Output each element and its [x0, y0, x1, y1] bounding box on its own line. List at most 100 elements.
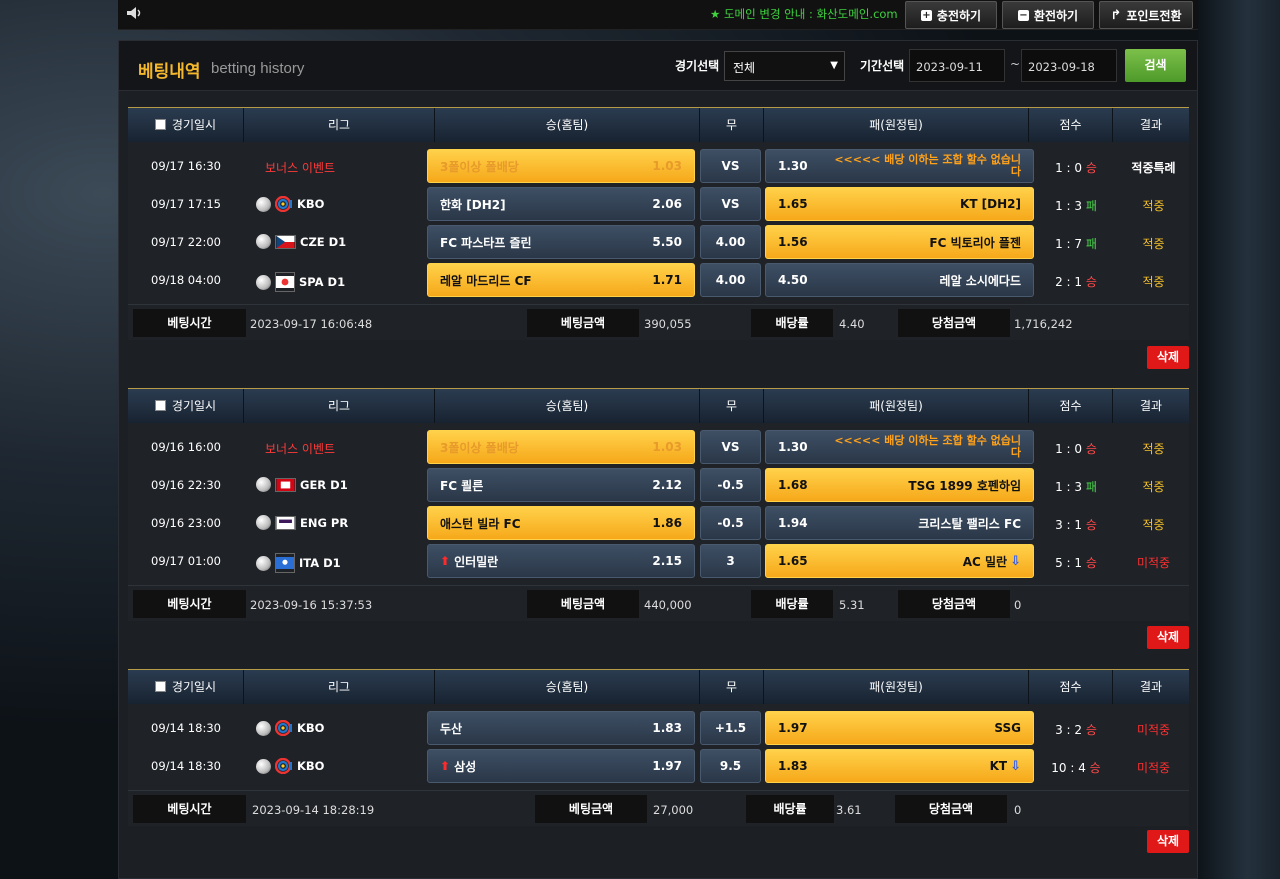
- match-time: 09/14 18:30: [151, 759, 221, 773]
- home-odds: 1.03: [652, 440, 682, 454]
- home-odds: 2.15: [652, 554, 682, 568]
- away-odds: 1.56: [778, 235, 808, 249]
- col-home: 승(홈팀): [435, 108, 700, 143]
- match-score: 1 : 0 승: [1034, 440, 1118, 457]
- date-from-input[interactable]: 2023-09-11: [909, 49, 1005, 82]
- away-team-button[interactable]: 1.56 FC 빅토리아 플젠: [765, 225, 1034, 259]
- baseball-icon: [256, 196, 271, 212]
- away-odds: 1.97: [778, 721, 808, 735]
- point-convert-button[interactable]: ↱ 포인트전환: [1099, 1, 1193, 29]
- away-team-button[interactable]: 1.30 <<<<< 배당 이하는 조합 할수 없습니다: [765, 430, 1034, 464]
- soccer-ball-icon: [256, 234, 271, 249]
- col-result: 결과: [1139, 399, 1163, 413]
- league-cell: KBO: [256, 196, 324, 212]
- exchange-label: 환전하기: [1033, 8, 1079, 23]
- select-checkbox[interactable]: [154, 119, 166, 130]
- col-away: 패(원정팀): [764, 389, 1029, 424]
- away-odds: 1.83: [778, 759, 808, 773]
- home-team-button[interactable]: 한화 [DH2] 2.06: [427, 187, 695, 221]
- away-team-button[interactable]: 1.94 크리스탈 팰리스 FC: [765, 506, 1034, 540]
- col-draw: 무: [700, 389, 764, 424]
- draw-button[interactable]: -0.5: [700, 506, 761, 540]
- bet-result: 적중: [1142, 199, 1165, 213]
- match-score: 2 : 1 승: [1034, 273, 1118, 290]
- away-team-button[interactable]: 1.97 SSG: [765, 711, 1034, 745]
- draw-button[interactable]: 4.00: [700, 263, 761, 297]
- date-to-input[interactable]: 2023-09-18: [1021, 49, 1117, 82]
- soccer-ball-icon: [256, 274, 271, 290]
- away-team-button[interactable]: 1.65 AC 밀란 ⇩: [765, 544, 1034, 578]
- draw-button[interactable]: 3: [700, 544, 761, 578]
- table-row: 09/17 01:00 ITA D1 ⬆ 인터밀란 2.15 3 1.65 AC 밀란 ⇩ 5 :…: [128, 542, 1189, 580]
- bet-amount-label: 베팅금액: [535, 795, 647, 823]
- col-time-label: 경기일시: [171, 118, 217, 132]
- bet-result: 미적중: [1136, 556, 1171, 570]
- search-button[interactable]: 검색: [1125, 49, 1186, 82]
- charge-label: 충전하기: [936, 8, 982, 23]
- league-cell: KBO: [256, 758, 324, 774]
- bonus-event-label: 보너스 이벤트: [265, 161, 336, 175]
- select-checkbox[interactable]: [154, 681, 166, 692]
- table-row: 09/18 04:00 SPA D1 레알 마드리드 CF 1.71 4.00 4.50 레…: [128, 261, 1189, 299]
- home-team-button[interactable]: 3폴이상 폴배당 1.03: [427, 149, 695, 183]
- bet-result: 적중: [1142, 442, 1165, 456]
- away-team-button[interactable]: 1.68 TSG 1899 호펜하임: [765, 468, 1034, 502]
- away-team-name: KT [DH2]: [960, 197, 1021, 211]
- share-arrow-icon: ↱: [1110, 7, 1122, 23]
- laliga-logo-icon: [275, 272, 295, 292]
- exchange-button[interactable]: − 환전하기: [1002, 1, 1094, 29]
- home-team-button[interactable]: FC 쾰른 2.12: [427, 468, 695, 502]
- away-odds: 1.65: [778, 197, 808, 211]
- page-subtitle: betting history: [211, 60, 305, 77]
- home-team-button[interactable]: 두산 1.83: [427, 711, 695, 745]
- draw-button[interactable]: VS: [700, 430, 761, 464]
- home-team-button[interactable]: ⬆ 삼성 1.97: [427, 749, 695, 783]
- delete-button[interactable]: 삭제: [1147, 626, 1189, 649]
- draw-button[interactable]: 9.5: [700, 749, 761, 783]
- charge-button[interactable]: + 충전하기: [905, 1, 997, 29]
- home-odds: 2.06: [652, 197, 682, 211]
- bet-table-body: 09/17 16:30 보너스 이벤트 3폴이상 폴배당 1.03 VS 1.30 <<<<…: [128, 142, 1189, 304]
- home-team-button[interactable]: 애스턴 빌라 FC 1.86: [427, 506, 695, 540]
- home-team-button[interactable]: FC 파스타프 즐린 5.50: [427, 225, 695, 259]
- home-team-button[interactable]: ⬆ 인터밀란 2.15: [427, 544, 695, 578]
- arrow-up-icon: ⬆: [440, 759, 451, 773]
- bet-summary: 베팅시간 2023-09-16 15:37:53 베팅금액 440,000 배당…: [128, 585, 1189, 621]
- draw-button[interactable]: 4.00: [700, 225, 761, 259]
- win-amount-label: 당첨금액: [895, 795, 1007, 823]
- bet-slip: 경기일시 리그 승(홈팀) 무 패(원정팀) 점수 결과 09/16 16:00…: [128, 388, 1189, 621]
- home-team-name: 두산: [440, 721, 463, 736]
- game-select[interactable]: 전체 ▼: [724, 51, 845, 81]
- bet-amount-label: 베팅금액: [527, 590, 639, 618]
- period-label: 기간선택: [860, 59, 905, 73]
- away-team-button[interactable]: 4.50 레알 소시에다드: [765, 263, 1034, 297]
- away-team-button[interactable]: 1.30 <<<<< 배당 이하는 조합 할수 없습니다: [765, 149, 1034, 183]
- bet-summary: 베팅시간 2023-09-17 16:06:48 베팅금액 390,055 배당…: [128, 304, 1189, 340]
- away-team-name: <<<<< 배당 이하는 조합 할수 없습니다: [834, 153, 1021, 178]
- select-checkbox[interactable]: [154, 400, 166, 411]
- away-team-button[interactable]: 1.65 KT [DH2]: [765, 187, 1034, 221]
- home-team-name: 레알 마드리드 CF: [440, 273, 532, 288]
- delete-button[interactable]: 삭제: [1147, 830, 1189, 853]
- delete-button[interactable]: 삭제: [1147, 346, 1189, 369]
- match-time: 09/17 16:30: [151, 159, 221, 173]
- league-name: KBO: [297, 759, 325, 773]
- away-team-button[interactable]: 1.83 KT ⇩: [765, 749, 1034, 783]
- odds-value: 4.40: [839, 317, 865, 331]
- match-time: 09/16 23:00: [151, 516, 221, 530]
- bet-result: 적중: [1142, 518, 1165, 532]
- score-value: 3 : 2: [1055, 723, 1083, 737]
- home-team-button[interactable]: 레알 마드리드 CF 1.71: [427, 263, 695, 297]
- draw-button[interactable]: +1.5: [700, 711, 761, 745]
- col-draw: 무: [700, 670, 764, 705]
- home-odds: 5.50: [652, 235, 682, 249]
- home-team-button[interactable]: 3폴이상 폴배당 1.03: [427, 430, 695, 464]
- draw-button[interactable]: -0.5: [700, 468, 761, 502]
- domain-notice[interactable]: ★ 도메인 변경 안내 : 화산도메인.com: [710, 6, 898, 22]
- home-team-name: FC 쾰른: [440, 478, 484, 493]
- draw-button[interactable]: VS: [700, 149, 761, 183]
- col-league: 리그: [244, 108, 435, 143]
- league-cell: ENG PR: [256, 515, 348, 530]
- table-row: 09/16 23:00 ENG PR 애스턴 빌라 FC 1.86 -0.5 1.94 크리…: [128, 504, 1189, 542]
- draw-button[interactable]: VS: [700, 187, 761, 221]
